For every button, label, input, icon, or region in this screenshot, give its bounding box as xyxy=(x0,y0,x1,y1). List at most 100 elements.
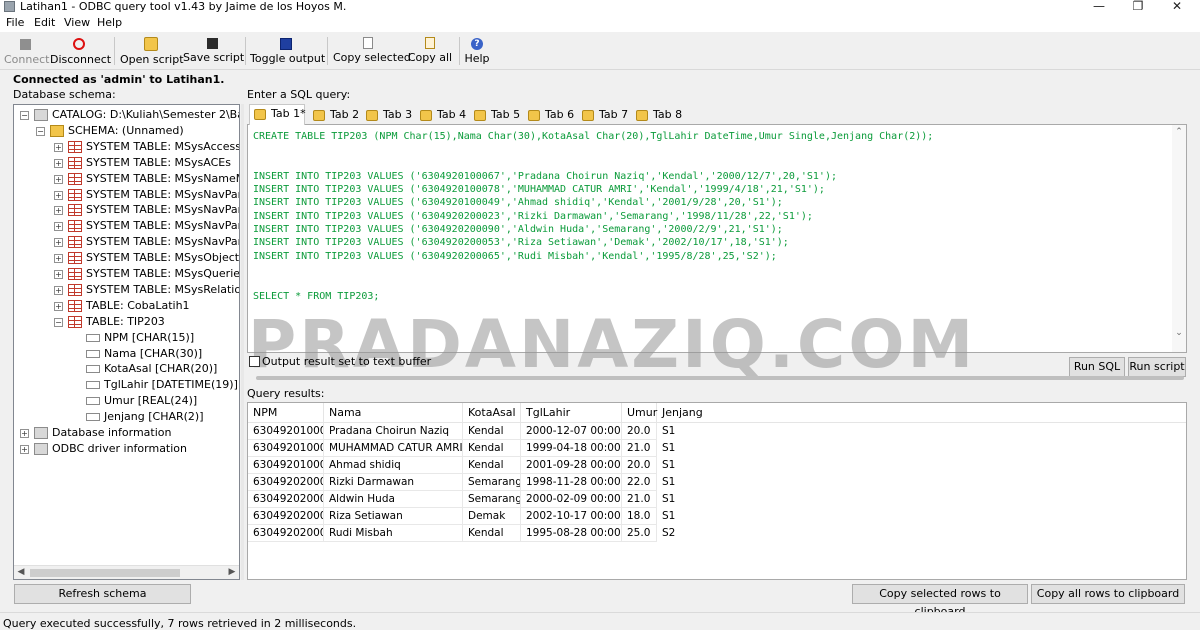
toggle-output-icon xyxy=(280,38,292,50)
refresh-schema-button[interactable]: Refresh schema xyxy=(14,584,191,604)
column-header-jenjang[interactable]: Jenjang xyxy=(657,403,707,423)
table-row[interactable]: 6304920100078MUHAMMAD CATUR AMRIKendal19… xyxy=(248,440,675,457)
cell-npm: 6304920200053 xyxy=(248,508,324,525)
expand-icon[interactable]: + xyxy=(54,301,63,311)
cell-tgllahir: 2001-09-28 00:00:00 xyxy=(521,457,622,474)
expand-icon[interactable]: + xyxy=(54,254,63,264)
open-script-icon xyxy=(144,37,158,51)
vertical-splitter[interactable] xyxy=(241,104,244,580)
cell-npm: 6304920200090 xyxy=(248,491,324,508)
collapse-icon[interactable]: − xyxy=(54,317,63,327)
tab-script-icon xyxy=(528,110,540,121)
clipboard-icon xyxy=(425,37,435,49)
copy-selected-button[interactable]: Copy selected xyxy=(333,35,411,67)
minimize-button[interactable]: — xyxy=(1084,0,1114,14)
table-row[interactable]: 6304920200090Aldwin HudaSemarang2000-02-… xyxy=(248,491,675,508)
tab-2[interactable]: Tab 2 xyxy=(309,106,361,124)
query-results-label: Query results: xyxy=(247,387,325,400)
connect-button[interactable]: Connect xyxy=(4,35,49,67)
menu-edit[interactable]: Edit xyxy=(34,16,55,30)
stop-icon xyxy=(73,38,85,50)
cell-npm: 6304920100067 xyxy=(248,423,324,440)
scroll-left-icon[interactable]: ◀ xyxy=(14,566,28,579)
schema-tree[interactable]: −CATALOG: D:\Kuliah\Semester 2\Bahasa−SC… xyxy=(13,104,240,580)
toggle-output-button[interactable]: Toggle output xyxy=(250,35,325,67)
close-button[interactable]: ✕ xyxy=(1162,0,1192,14)
expand-icon[interactable]: + xyxy=(54,222,63,232)
menu-view[interactable]: View xyxy=(64,16,90,30)
column-header-nama[interactable]: Nama xyxy=(324,403,463,423)
help-button[interactable]: ? Help xyxy=(462,35,492,67)
scroll-thumb[interactable] xyxy=(30,569,180,577)
tab-3[interactable]: Tab 3 xyxy=(362,106,414,124)
run-sql-button[interactable]: Run SQL xyxy=(1069,357,1125,377)
expand-icon[interactable]: + xyxy=(54,270,63,279)
column-header-tgllahir[interactable]: TglLahir xyxy=(521,403,622,423)
tree-horizontal-scrollbar[interactable]: ◀ ▶ xyxy=(14,565,239,579)
column-header-kotaasal[interactable]: KotaAsal xyxy=(463,403,521,423)
tab-script-icon xyxy=(313,110,325,121)
expand-icon[interactable]: + xyxy=(20,444,29,454)
collapse-icon[interactable]: − xyxy=(36,126,45,136)
table-icon xyxy=(68,236,82,249)
table-row[interactable]: 6304920100067Pradana Choirun NaziqKendal… xyxy=(248,423,675,440)
tree-node-label: Jenjang [CHAR(2)] xyxy=(104,410,204,424)
open-script-button[interactable]: Open script xyxy=(120,35,184,67)
expand-icon[interactable]: + xyxy=(54,285,63,295)
editor-vertical-scrollbar[interactable]: ⌃ ⌄ xyxy=(1172,125,1186,352)
table-icon xyxy=(68,172,82,185)
table-icon xyxy=(68,156,82,169)
tree-node-label: TglLahir [DATETIME(19)] xyxy=(104,378,238,392)
horizontal-splitter[interactable] xyxy=(256,376,1184,380)
scroll-down-icon[interactable]: ⌄ xyxy=(1172,328,1186,338)
connect-icon xyxy=(19,39,31,50)
expand-icon[interactable]: + xyxy=(54,142,63,152)
sql-label: Enter a SQL query: xyxy=(247,88,351,101)
tab-script-icon xyxy=(420,110,432,121)
menu-file[interactable]: File xyxy=(6,16,24,30)
copy-all-rows-button[interactable]: Copy all rows to clipboard xyxy=(1031,584,1185,604)
tree-node-label: SYSTEM TABLE: MSysNameMap xyxy=(86,171,239,185)
tab-4[interactable]: Tab 4 xyxy=(416,106,468,124)
copy-all-button[interactable]: Copy all xyxy=(405,35,455,67)
cell-tgllahir: 1999-04-18 00:00:00 xyxy=(521,440,622,457)
tab-script-icon xyxy=(474,110,486,121)
column-header-umur[interactable]: Umur xyxy=(622,403,657,423)
collapse-icon[interactable]: − xyxy=(20,111,29,120)
tab-1[interactable]: Tab 1* xyxy=(249,104,306,125)
scroll-up-icon[interactable]: ⌃ xyxy=(1172,127,1186,137)
tab-8[interactable]: Tab 8 xyxy=(632,106,684,124)
copy-selected-rows-button[interactable]: Copy selected rows to clipboard xyxy=(852,584,1028,618)
tab-5[interactable]: Tab 5 xyxy=(470,106,522,124)
menu-bar: File Edit View Help xyxy=(0,14,1200,32)
cell-kotaasal: Semarang xyxy=(463,491,521,508)
tab-7[interactable]: Tab 7 xyxy=(578,106,630,124)
cell-kotaasal: Kendal xyxy=(463,423,521,440)
run-script-button[interactable]: Run script xyxy=(1128,357,1186,377)
tab-6[interactable]: Tab 6 xyxy=(524,106,576,124)
scroll-right-icon[interactable]: ▶ xyxy=(225,566,239,579)
cell-umur: 20.0 xyxy=(622,423,657,440)
maximize-button[interactable]: ❐ xyxy=(1123,0,1153,14)
results-grid[interactable]: NPM Nama KotaAsal TglLahir Umur Jenjang … xyxy=(247,402,1187,580)
table-row[interactable]: 6304920100049Ahmad shidiqKendal2001-09-2… xyxy=(248,457,675,474)
expand-icon[interactable]: + xyxy=(20,429,29,438)
sql-text[interactable]: CREATE TABLE TIP203 (NPM Char(15),Nama C… xyxy=(253,130,933,303)
save-script-button[interactable]: Save script xyxy=(183,35,244,67)
output-buffer-checkbox[interactable] xyxy=(249,356,260,367)
column-header-npm[interactable]: NPM xyxy=(248,403,324,423)
disconnect-button[interactable]: Disconnect xyxy=(50,35,111,67)
table-row[interactable]: 6304920200053Riza SetiawanDemak2002-10-1… xyxy=(248,508,675,525)
window-title: Latihan1 - ODBC query tool v1.43 by Jaim… xyxy=(20,0,347,13)
expand-icon[interactable]: + xyxy=(54,174,63,184)
table-row[interactable]: 6304920200065Rudi MisbahKendal1995-08-28… xyxy=(248,525,675,542)
expand-icon[interactable]: + xyxy=(54,190,63,200)
expand-icon[interactable]: + xyxy=(54,238,63,248)
cell-nama: Riza Setiawan xyxy=(324,508,463,525)
table-icon xyxy=(68,299,82,312)
menu-help[interactable]: Help xyxy=(97,16,122,30)
expand-icon[interactable]: + xyxy=(54,206,63,216)
expand-icon[interactable]: + xyxy=(54,158,63,168)
cell-jenjang: S1 xyxy=(662,425,676,437)
table-row[interactable]: 6304920200023Rizki DarmawanSemarang1998-… xyxy=(248,474,675,491)
